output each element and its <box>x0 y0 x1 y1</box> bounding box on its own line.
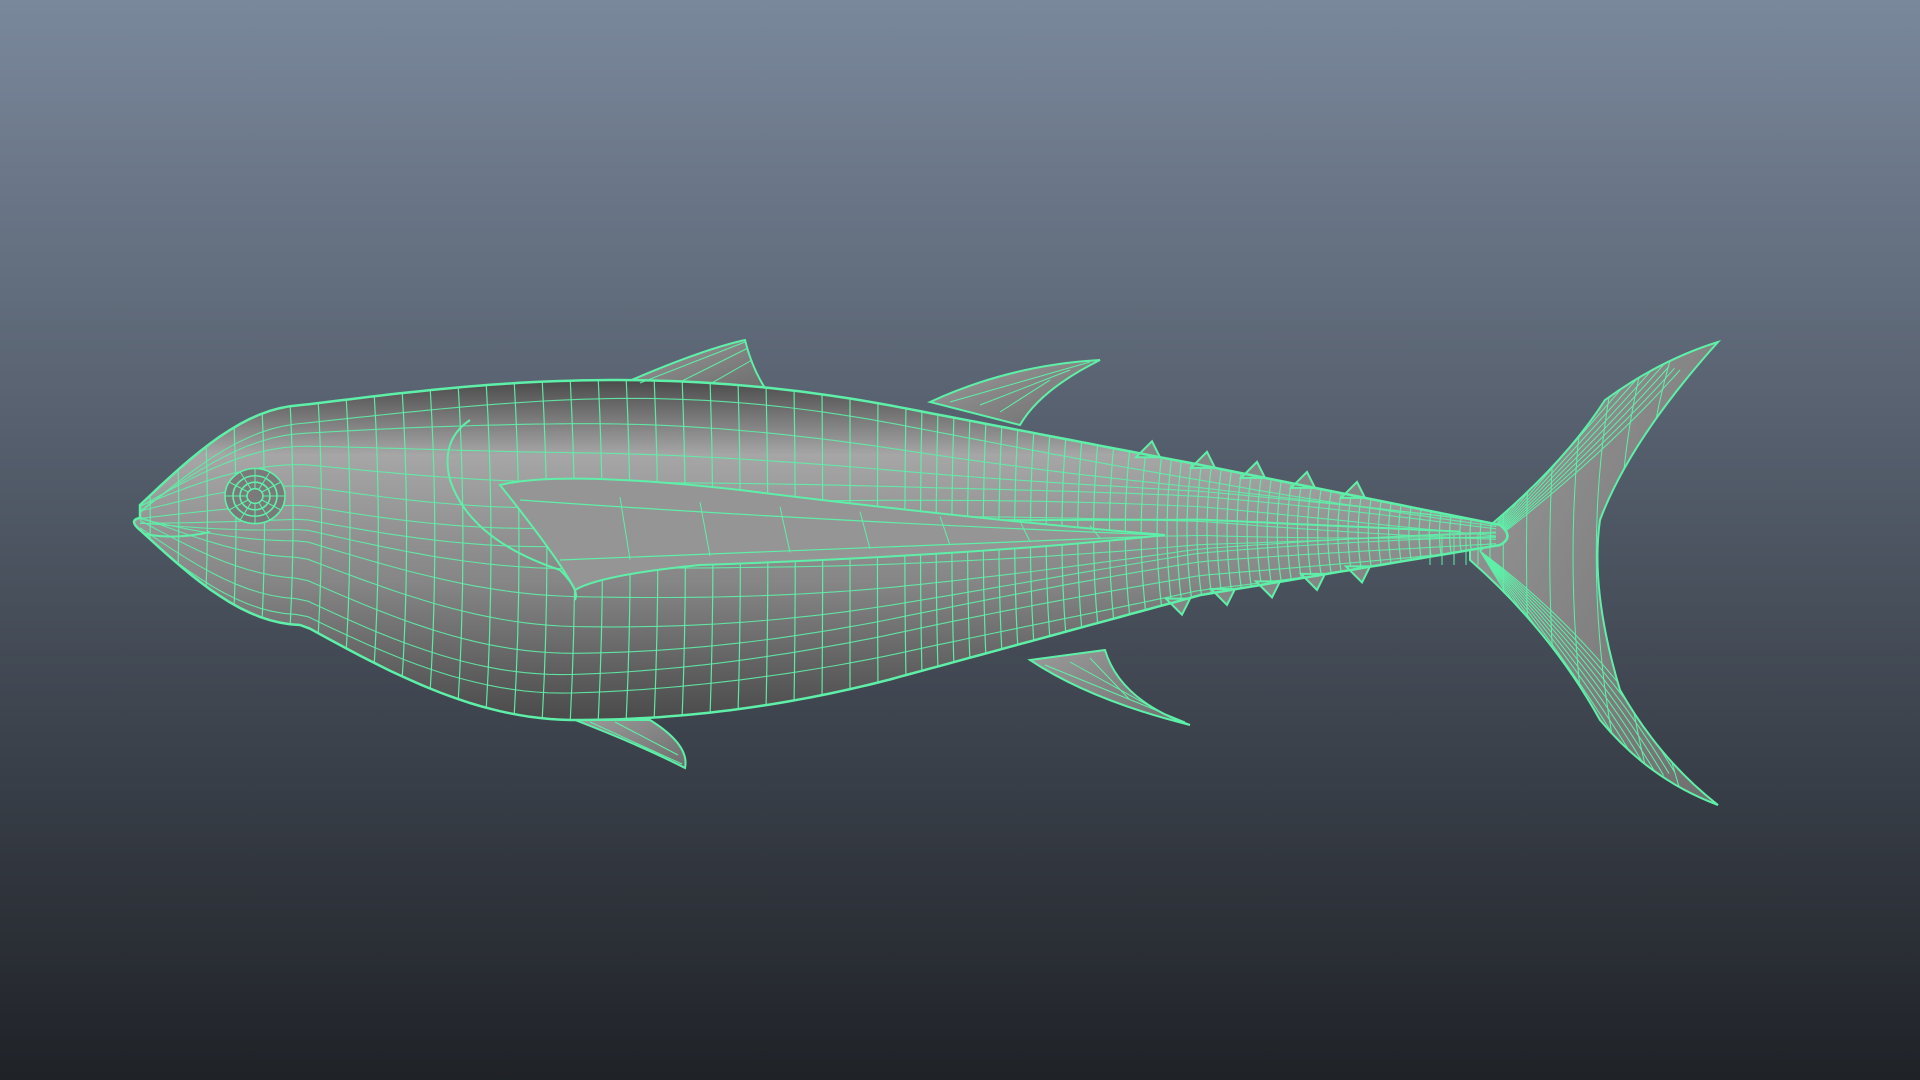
second-dorsal-fin <box>927 359 1101 427</box>
tuna-mesh[interactable] <box>132 300 1722 820</box>
eye <box>224 467 286 525</box>
3d-viewport[interactable] <box>0 0 1920 1080</box>
pelvic-fin <box>574 719 687 770</box>
viewport-scene <box>132 300 1722 820</box>
